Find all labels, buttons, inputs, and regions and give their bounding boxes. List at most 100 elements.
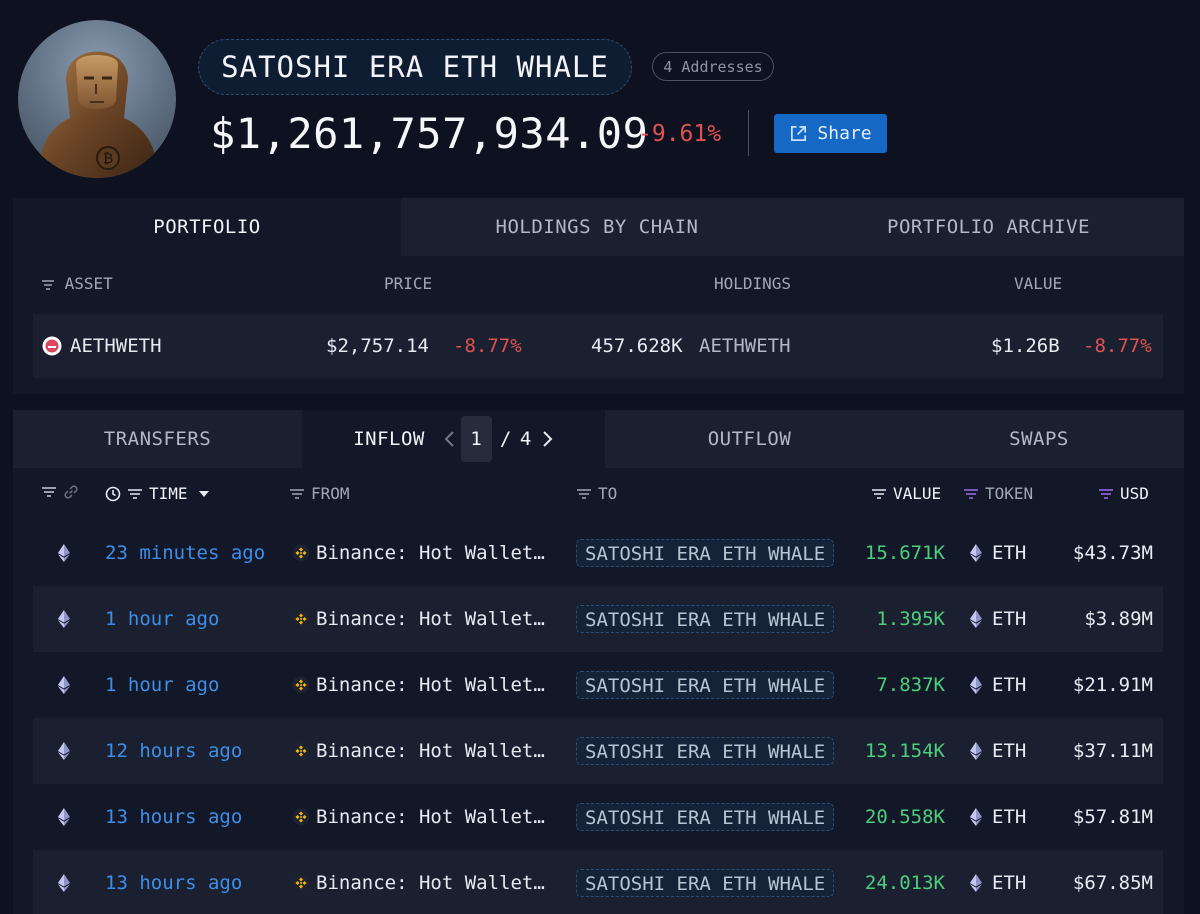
tab-swaps[interactable]: SWAPS (894, 410, 1184, 468)
entity-name[interactable]: SATOSHI ERA ETH WHALE (198, 39, 632, 95)
chain-cell (58, 652, 70, 718)
token-column-header[interactable]: TOKEN (963, 484, 1033, 503)
transfer-row[interactable]: 13 hours ago Binance: Hot Wallet… SATOSHI … (33, 784, 1163, 850)
chain-cell (58, 586, 70, 652)
sort-icon (42, 279, 54, 290)
transfer-row[interactable]: 13 hours ago Binance: Hot Wallet… SATOSHI … (33, 850, 1163, 914)
hooded-statue-image: ₿ (38, 51, 158, 178)
inflow-label: INFLOW (353, 428, 425, 450)
holdings-amount: 457.628K (591, 335, 683, 357)
transfer-value: 7.837K (876, 674, 945, 696)
tab-transfers[interactable]: TRANSFERS (13, 410, 302, 468)
from-cell[interactable]: Binance: Hot Wallet… (292, 850, 545, 914)
usd-column-header[interactable]: USD (1098, 484, 1149, 503)
from-column-label: FROM (311, 484, 350, 503)
token-cell[interactable]: ETH (970, 718, 1026, 784)
token-cell[interactable]: ETH (970, 586, 1026, 652)
value-column-header[interactable]: VALUE (871, 484, 941, 503)
transfer-value: 1.395K (876, 608, 945, 630)
tab-portfolio-archive[interactable]: PORTFOLIO ARCHIVE (793, 198, 1184, 256)
chevron-right-icon[interactable] (540, 430, 554, 448)
transfer-value: 24.013K (864, 872, 945, 894)
token-ethereum-icon (970, 808, 982, 826)
token-symbol: ETH (992, 674, 1027, 696)
asset-column-header[interactable]: ASSET (41, 274, 113, 293)
transfers-column-headers: TIME FROM TO VALUE TOKEN USD (13, 468, 1184, 520)
asset-row[interactable]: AETHWETH $2,757.14 -8.77% 457.628K AETHW… (33, 314, 1163, 378)
tab-holdings-by-chain[interactable]: HOLDINGS BY CHAIN (401, 198, 793, 256)
usd-column-label: USD (1120, 484, 1149, 503)
token-symbol: ETH (992, 872, 1027, 894)
token-cell[interactable]: ETH (970, 850, 1026, 914)
sort-icon (577, 488, 591, 499)
transfer-time[interactable]: 23 minutes ago (105, 520, 265, 586)
ethereum-icon (58, 742, 70, 760)
to-column-label: TO (598, 484, 618, 503)
token-cell[interactable]: ETH (970, 784, 1026, 850)
from-entity: Binance: Hot Wallet… (316, 806, 545, 828)
transfer-time[interactable]: 1 hour ago (105, 586, 219, 652)
binance-icon (292, 874, 310, 892)
to-entity[interactable]: SATOSHI ERA ETH WHALE (576, 539, 835, 567)
transfer-time[interactable]: 13 hours ago (105, 850, 242, 914)
holdings-column-header[interactable]: HOLDINGS (714, 274, 791, 293)
transfer-time[interactable]: 13 hours ago (105, 784, 242, 850)
chain-cell (58, 784, 70, 850)
transfers-tabs: TRANSFERS INFLOW 1 / 4 OUTFLOW SWAPS (13, 410, 1184, 468)
chevron-left-icon[interactable] (443, 430, 457, 448)
transfer-value: 20.558K (864, 806, 945, 828)
transfer-row[interactable]: 12 hours ago Binance: Hot Wallet… SATOSHI … (33, 718, 1163, 784)
tab-portfolio[interactable]: PORTFOLIO (13, 198, 401, 256)
to-column-header[interactable]: TO (576, 484, 617, 503)
to-entity[interactable]: SATOSHI ERA ETH WHALE (576, 737, 835, 765)
chain-cell (58, 850, 70, 914)
transfer-row[interactable]: 23 minutes ago Binance: Hot Wallet… SATOSH… (33, 520, 1163, 586)
clock-icon (105, 486, 121, 501)
caret-down-icon (198, 490, 209, 497)
time-column-header[interactable]: TIME (105, 484, 210, 503)
binance-icon (292, 610, 310, 628)
transfer-usd: $43.73M (1072, 542, 1153, 564)
sort-icon (964, 488, 978, 499)
page-total: 4 (519, 428, 532, 450)
share-button[interactable]: Share (774, 114, 887, 153)
page-current[interactable]: 1 (460, 416, 492, 462)
transfer-usd: $3.89M (1084, 608, 1153, 630)
from-entity: Binance: Hot Wallet… (316, 608, 545, 630)
transfer-usd: $37.11M (1072, 740, 1153, 762)
to-entity[interactable]: SATOSHI ERA ETH WHALE (576, 803, 835, 831)
token-symbol: ETH (992, 608, 1027, 630)
from-cell[interactable]: Binance: Hot Wallet… (292, 718, 545, 784)
from-column-header[interactable]: FROM (289, 484, 350, 503)
asset-symbol[interactable]: AETHWETH (70, 314, 162, 378)
to-entity[interactable]: SATOSHI ERA ETH WHALE (576, 605, 835, 633)
addresses-badge[interactable]: 4 Addresses (652, 52, 774, 81)
from-cell[interactable]: Binance: Hot Wallet… (292, 652, 545, 718)
token-cell[interactable]: ETH (970, 652, 1026, 718)
transfer-row[interactable]: 1 hour ago Binance: Hot Wallet… SATOSHI ER… (33, 652, 1163, 718)
transfer-usd: $67.85M (1072, 872, 1153, 894)
portfolio-panel: PORTFOLIO HOLDINGS BY CHAIN PORTFOLIO AR… (13, 198, 1184, 394)
tab-outflow[interactable]: OUTFLOW (605, 410, 894, 468)
transfer-row[interactable]: 1 hour ago Binance: Hot Wallet… SATOSHI ER… (33, 586, 1163, 652)
transfer-value: 13.154K (864, 740, 945, 762)
token-cell[interactable]: ETH (970, 520, 1026, 586)
tab-inflow[interactable]: INFLOW 1 / 4 (302, 410, 605, 468)
chain-filter-header[interactable] (41, 484, 79, 500)
entity-avatar: ₿ (18, 20, 176, 178)
from-cell[interactable]: Binance: Hot Wallet… (292, 520, 545, 586)
entity-page: ₿ SATOSHI ERA ETH WHALE 4 Addresses $1,2… (0, 0, 1200, 914)
value-column-header[interactable]: VALUE (1014, 274, 1062, 293)
from-cell[interactable]: Binance: Hot Wallet… (292, 784, 545, 850)
from-cell[interactable]: Binance: Hot Wallet… (292, 586, 545, 652)
ethereum-icon (58, 808, 70, 826)
transfer-time[interactable]: 1 hour ago (105, 652, 219, 718)
total-portfolio-value: $1,261,757,934.09 (210, 109, 649, 158)
ethereum-icon (58, 874, 70, 892)
to-entity[interactable]: SATOSHI ERA ETH WHALE (576, 671, 835, 699)
asset-price: $2,757.14 (326, 335, 429, 357)
price-column-header[interactable]: PRICE (384, 274, 432, 293)
from-entity: Binance: Hot Wallet… (316, 740, 545, 762)
to-entity[interactable]: SATOSHI ERA ETH WHALE (576, 869, 835, 897)
transfer-time[interactable]: 12 hours ago (105, 718, 242, 784)
